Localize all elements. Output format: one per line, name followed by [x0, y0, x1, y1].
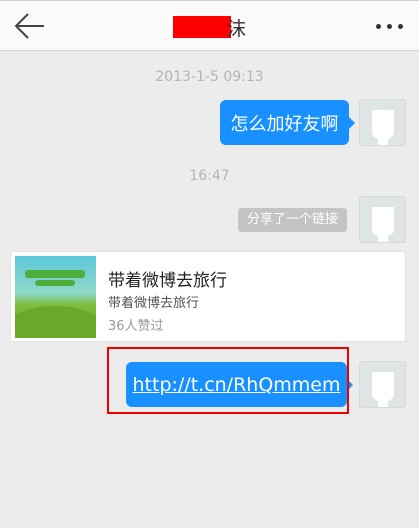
highlight-box [107, 347, 349, 414]
card-likes: 36人赞过 [108, 319, 164, 334]
title-text: 沫 [226, 18, 246, 40]
avatar[interactable] [359, 196, 406, 243]
redacted-name [172, 16, 231, 38]
card-title: 带着微博去旅行 [108, 271, 227, 291]
link-card[interactable]: 带着微博去旅行 带着微博去旅行 36人赞过 [0, 251, 406, 376]
link-thumbnail [0, 256, 115, 376]
chat-title: 沫 [0, 14, 419, 41]
top-bar: 沫 [0, 0, 419, 51]
share-label: 分享了一个链接 [238, 208, 347, 232]
timestamp: 16:47 [189, 168, 230, 184]
avatar[interactable] [359, 99, 406, 146]
timestamp: 2013-1-5 09:13 [155, 69, 264, 85]
more-dots-icon[interactable] [370, 24, 403, 29]
avatar[interactable] [359, 361, 406, 408]
card-subtitle: 带着微博去旅行 [108, 296, 200, 311]
message-bubble[interactable]: 怎么加好友啊 [220, 100, 355, 145]
